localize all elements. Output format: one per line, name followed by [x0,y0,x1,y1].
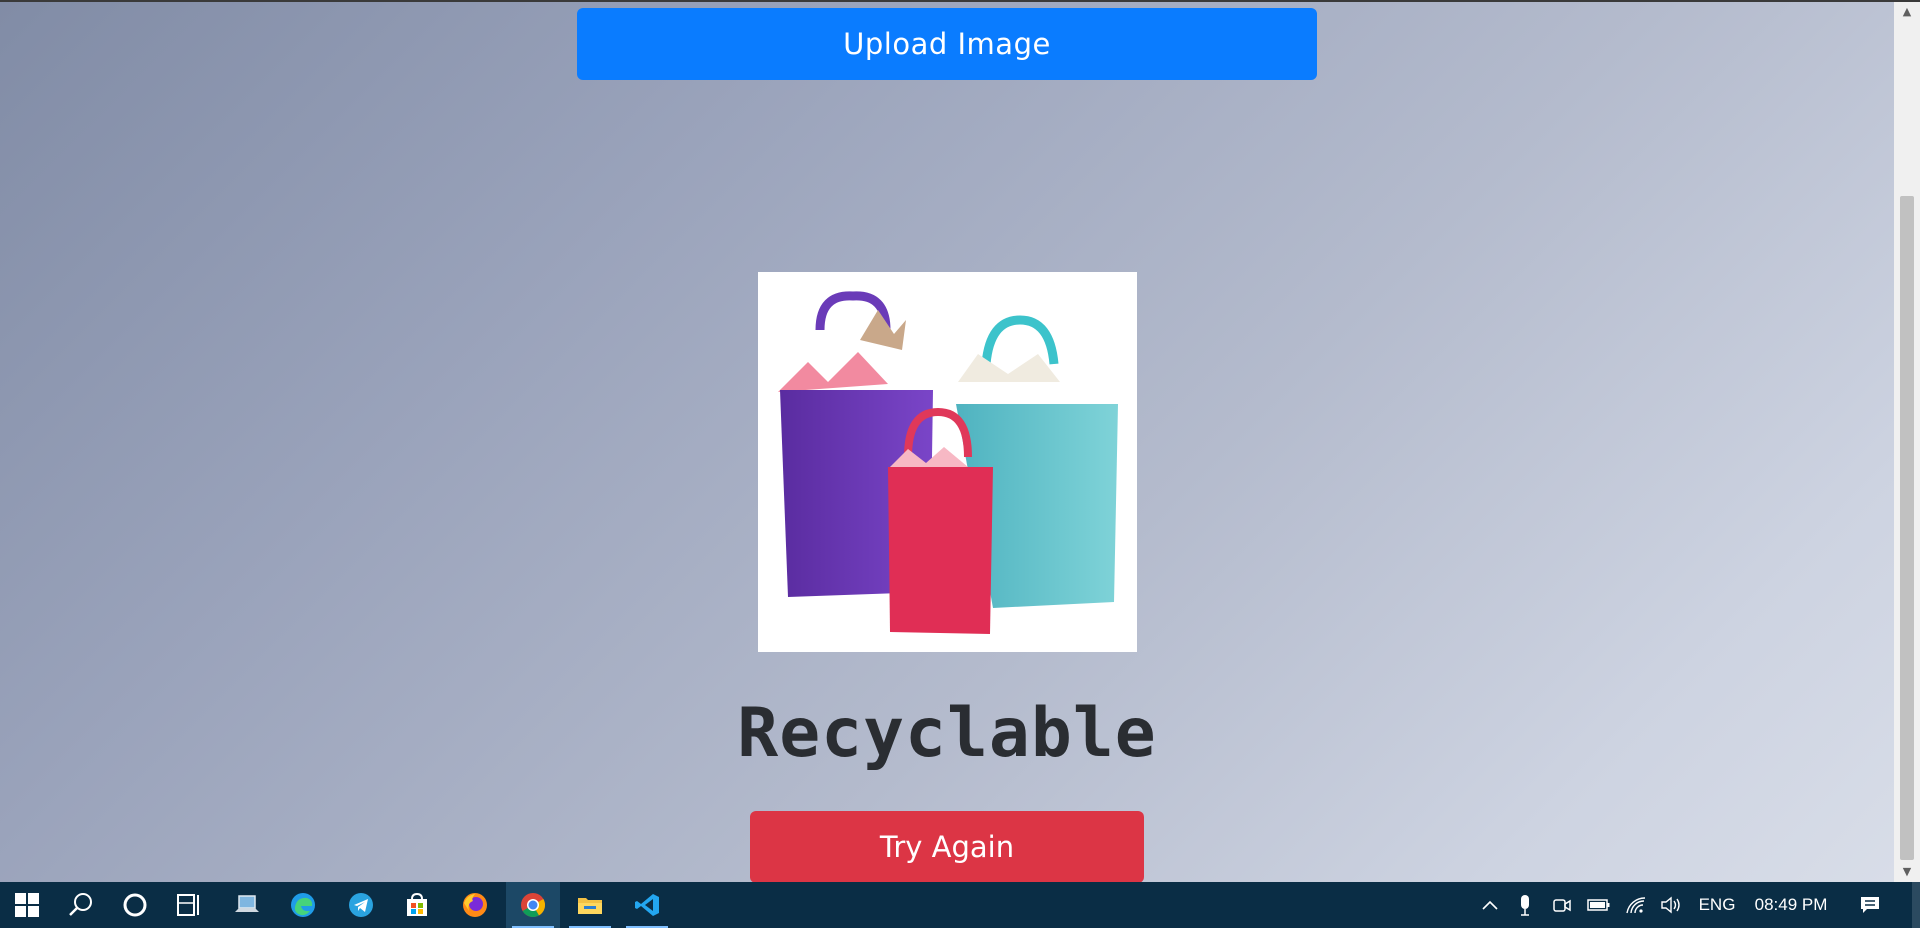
try-again-button[interactable]: Try Again [750,811,1144,882]
show-hidden-icons-icon[interactable] [1478,882,1502,928]
shopping-bags-image [778,291,1118,634]
start-icon[interactable] [0,882,54,928]
chrome-icon[interactable] [506,882,560,928]
edge-icon[interactable] [276,882,330,928]
scroll-up-icon[interactable]: ▲ [1894,2,1920,22]
file-explorer-icon[interactable] [563,882,617,928]
scrollbar-thumb[interactable] [1900,196,1914,860]
input-language-indicator[interactable]: ENG [1690,882,1744,928]
taskbar: ENG 08:49 PM [0,882,1920,928]
show-desktop-button[interactable] [1912,882,1920,928]
vscode-icon[interactable] [620,882,674,928]
microphone-icon[interactable] [1514,882,1536,928]
cortana-icon[interactable] [108,882,162,928]
upload-image-button[interactable]: Upload Image [577,8,1317,80]
battery-icon[interactable] [1586,882,1612,928]
search-icon[interactable] [54,882,108,928]
scroll-down-icon[interactable]: ▼ [1894,862,1920,882]
camera-icon[interactable] [1550,882,1574,928]
volume-icon[interactable] [1658,882,1684,928]
uploaded-image [758,272,1137,652]
page-content: Upload Image Recyclable Try Again [0,2,1894,882]
telegram-icon[interactable] [334,882,388,928]
notification-center-icon[interactable] [1856,882,1884,928]
wifi-icon[interactable] [1624,882,1648,928]
store-icon[interactable] [390,882,444,928]
clock[interactable]: 08:49 PM [1748,882,1834,928]
vertical-scrollbar[interactable]: ▲ ▼ [1894,2,1920,882]
laptop-icon[interactable] [220,882,274,928]
firefox-icon[interactable] [448,882,502,928]
task-view-icon[interactable] [162,882,216,928]
classification-result: Recyclable [737,694,1157,773]
